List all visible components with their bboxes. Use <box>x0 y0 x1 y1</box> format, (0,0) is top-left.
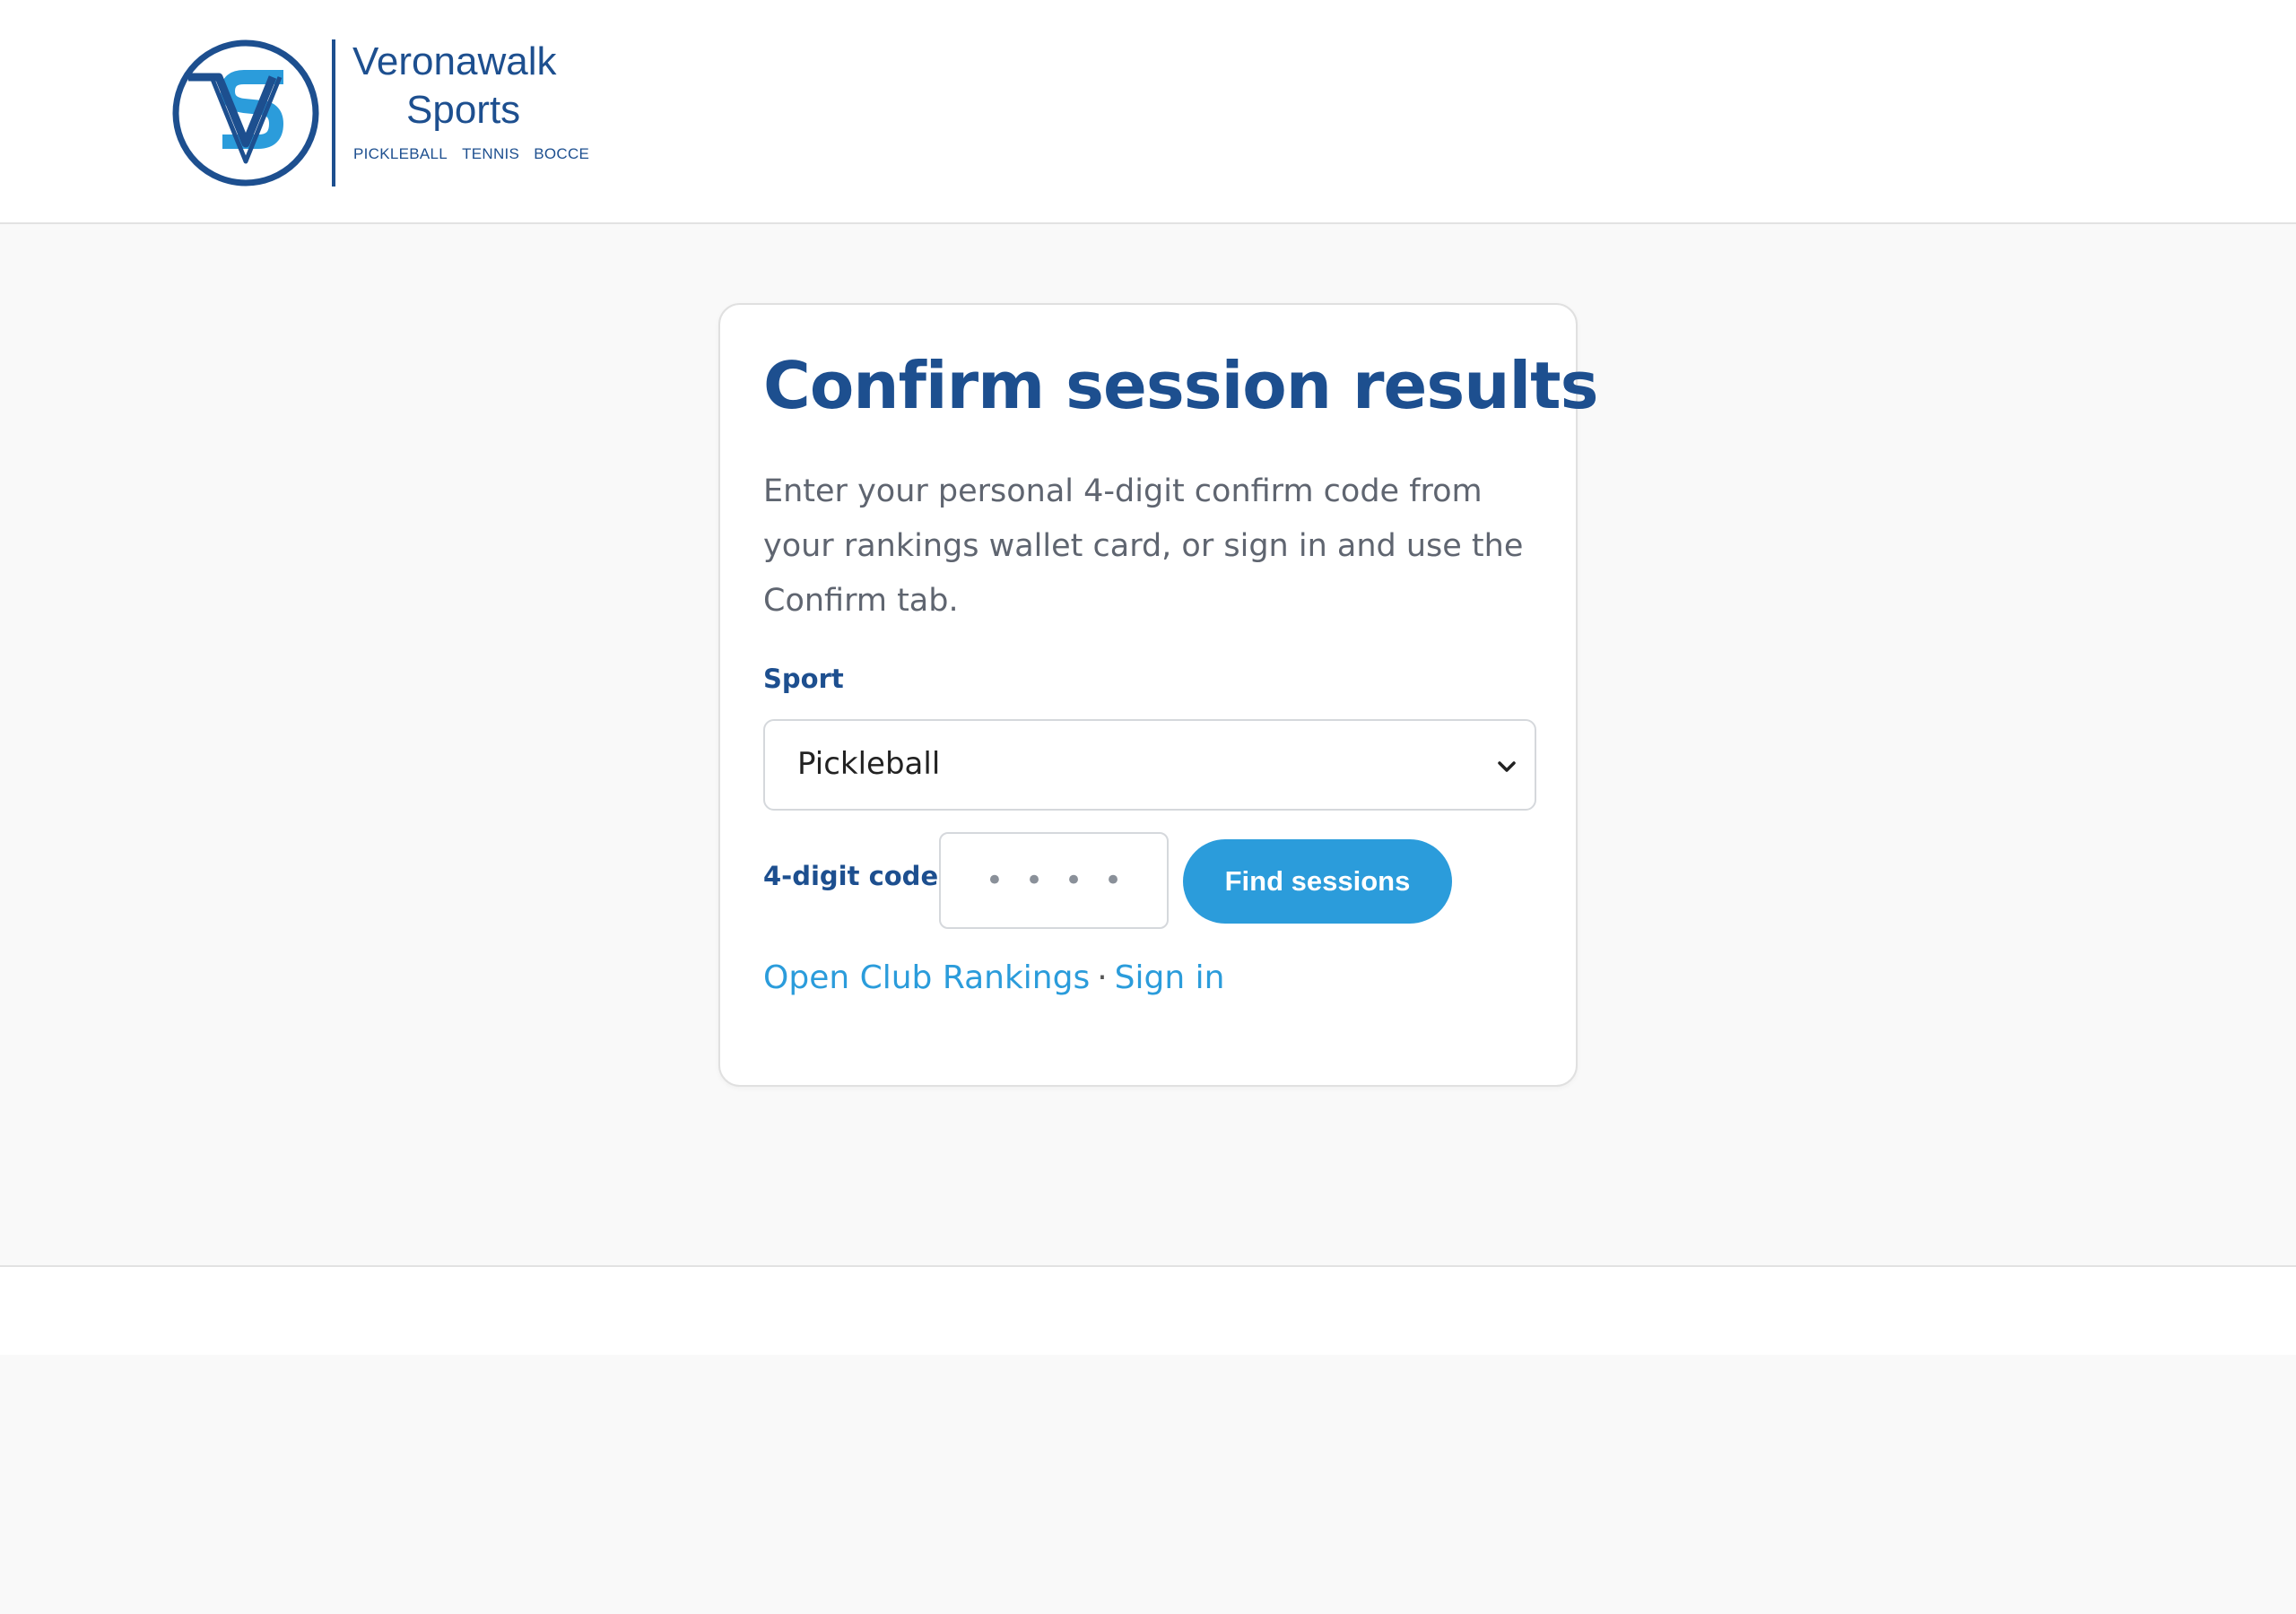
intro-text: Enter your personal 4-digit confirm code… <box>763 473 1524 619</box>
brand-tag-pickleball: PICKLEBALL <box>353 145 448 162</box>
code-label: 4-digit code <box>763 861 939 891</box>
brand-name-line1: Veronawalk <box>352 39 557 83</box>
code-input[interactable]: •••• <box>939 832 1169 929</box>
find-sessions-button[interactable]: Find sessions <box>1183 839 1452 924</box>
brand-logo[interactable]: Veronawalk Sports PICKLEBALL TENNIS BOCC… <box>169 36 589 190</box>
site-header: Veronawalk Sports PICKLEBALL TENNIS BOCC… <box>0 0 2296 224</box>
sport-label: Sport <box>763 664 844 694</box>
sport-select[interactable]: Pickleball <box>763 719 1536 811</box>
sign-in-link[interactable]: Sign in <box>1115 959 1225 996</box>
brand-tags: PICKLEBALL TENNIS BOCCE <box>353 145 589 163</box>
confirm-card: Confirm session results Enter your perso… <box>718 303 1598 1087</box>
vs-monogram-logo <box>172 39 319 187</box>
site-footer <box>0 1265 2296 1355</box>
brand-tag-bocce: BOCCE <box>534 145 590 162</box>
chevron-down-icon <box>1498 761 1516 772</box>
link-separator: · <box>1097 959 1108 996</box>
page-title: Confirm session results <box>763 348 1598 423</box>
open-club-rankings-link[interactable]: Open Club Rankings <box>763 959 1090 996</box>
brand-tag-tennis: TENNIS <box>462 145 520 162</box>
brand-name-line2: Sports <box>406 88 521 132</box>
logo-divider <box>332 39 335 187</box>
footer-links: Open Club Rankings · Sign in <box>763 959 1224 996</box>
sport-selected-value: Pickleball <box>797 746 941 782</box>
